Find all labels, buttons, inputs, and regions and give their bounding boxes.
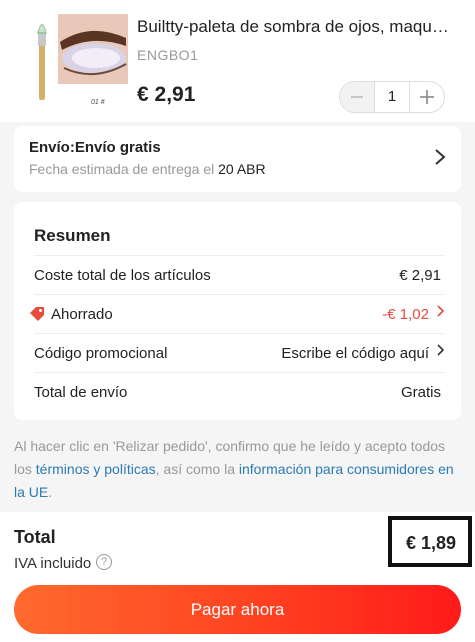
pay-now-button[interactable]: Pagar ahora <box>14 585 461 634</box>
summary-row-label: Código promocional <box>34 345 168 362</box>
shipping-eta: Fecha estimada de entrega el 20 ABR <box>29 161 266 177</box>
legal-notice: Al hacer clic en 'Relizar pedido', confi… <box>14 435 461 504</box>
quantity-value[interactable]: 1 <box>374 82 410 112</box>
discount-tag-icon <box>30 307 44 321</box>
shipping-eta-prefix: Fecha estimada de entrega el <box>29 161 215 177</box>
total-value: € 1,89 <box>405 533 456 553</box>
product-price: € 2,91 <box>137 83 196 106</box>
summary-row-value: € 2,91 <box>399 267 441 284</box>
shipping-row[interactable]: Envío:Envío gratis Fecha estimada de ent… <box>14 126 461 192</box>
chevron-right-icon <box>437 343 445 362</box>
summary-row-value: Gratis <box>400 384 441 401</box>
legal-text: , así como la <box>155 461 235 477</box>
summary-row-promo-code[interactable]: Código promocional Escribe el código aqu… <box>34 333 445 372</box>
shipping-eta-date: 20 ABR <box>218 161 266 177</box>
promo-code-input-link[interactable]: Escribe el código aquí <box>281 345 429 362</box>
quantity-stepper: 1 <box>339 81 445 113</box>
thumbnail-caption: 01 # <box>91 99 105 106</box>
total-label: Total <box>14 527 56 547</box>
summary-row-saved[interactable]: Ahorrado -€ 1,02 <box>30 294 445 333</box>
order-summary: Resumen Coste total de los artículos € 2… <box>14 202 461 420</box>
shipping-title: Envío:Envío gratis <box>29 139 161 156</box>
legal-text: . <box>48 484 53 500</box>
product-variant[interactable]: ENGBO1 <box>137 47 198 63</box>
minus-icon <box>351 96 363 98</box>
summary-row-label: Total de envío <box>34 384 128 401</box>
quantity-decrease-button[interactable] <box>340 82 374 112</box>
summary-row-label: Ahorrado <box>51 306 113 323</box>
brush-illustration <box>37 24 47 100</box>
vat-included-label: IVA incluido <box>14 555 92 572</box>
info-icon[interactable]: ? <box>96 554 112 570</box>
product-card: 01 # Builtty-paleta de sombra de ojos, m… <box>0 0 475 122</box>
plus-icon <box>420 90 434 104</box>
summary-row-items-total: Coste total de los artículos € 2,91 <box>34 255 445 294</box>
chevron-right-icon <box>434 148 446 170</box>
terms-link[interactable]: términos y políticas <box>36 461 156 477</box>
summary-row-label: Coste total de los artículos <box>34 267 211 284</box>
summary-row-shipping-total: Total de envío Gratis <box>34 372 445 411</box>
checkout-footer: Total IVA incluido ? € 1,89 Pagar ahora <box>0 512 475 642</box>
summary-row-value: -€ 1,02 <box>382 306 429 323</box>
quantity-increase-button[interactable] <box>410 82 444 112</box>
product-thumbnail[interactable]: 01 # <box>26 12 130 106</box>
summary-heading: Resumen <box>34 226 111 245</box>
product-image: 01 # <box>37 14 128 106</box>
product-title[interactable]: Builtty-paleta de sombra de ojos, maqu… <box>137 17 455 37</box>
total-highlight-box: € 1,89 <box>388 516 472 567</box>
chevron-right-icon <box>437 304 445 323</box>
